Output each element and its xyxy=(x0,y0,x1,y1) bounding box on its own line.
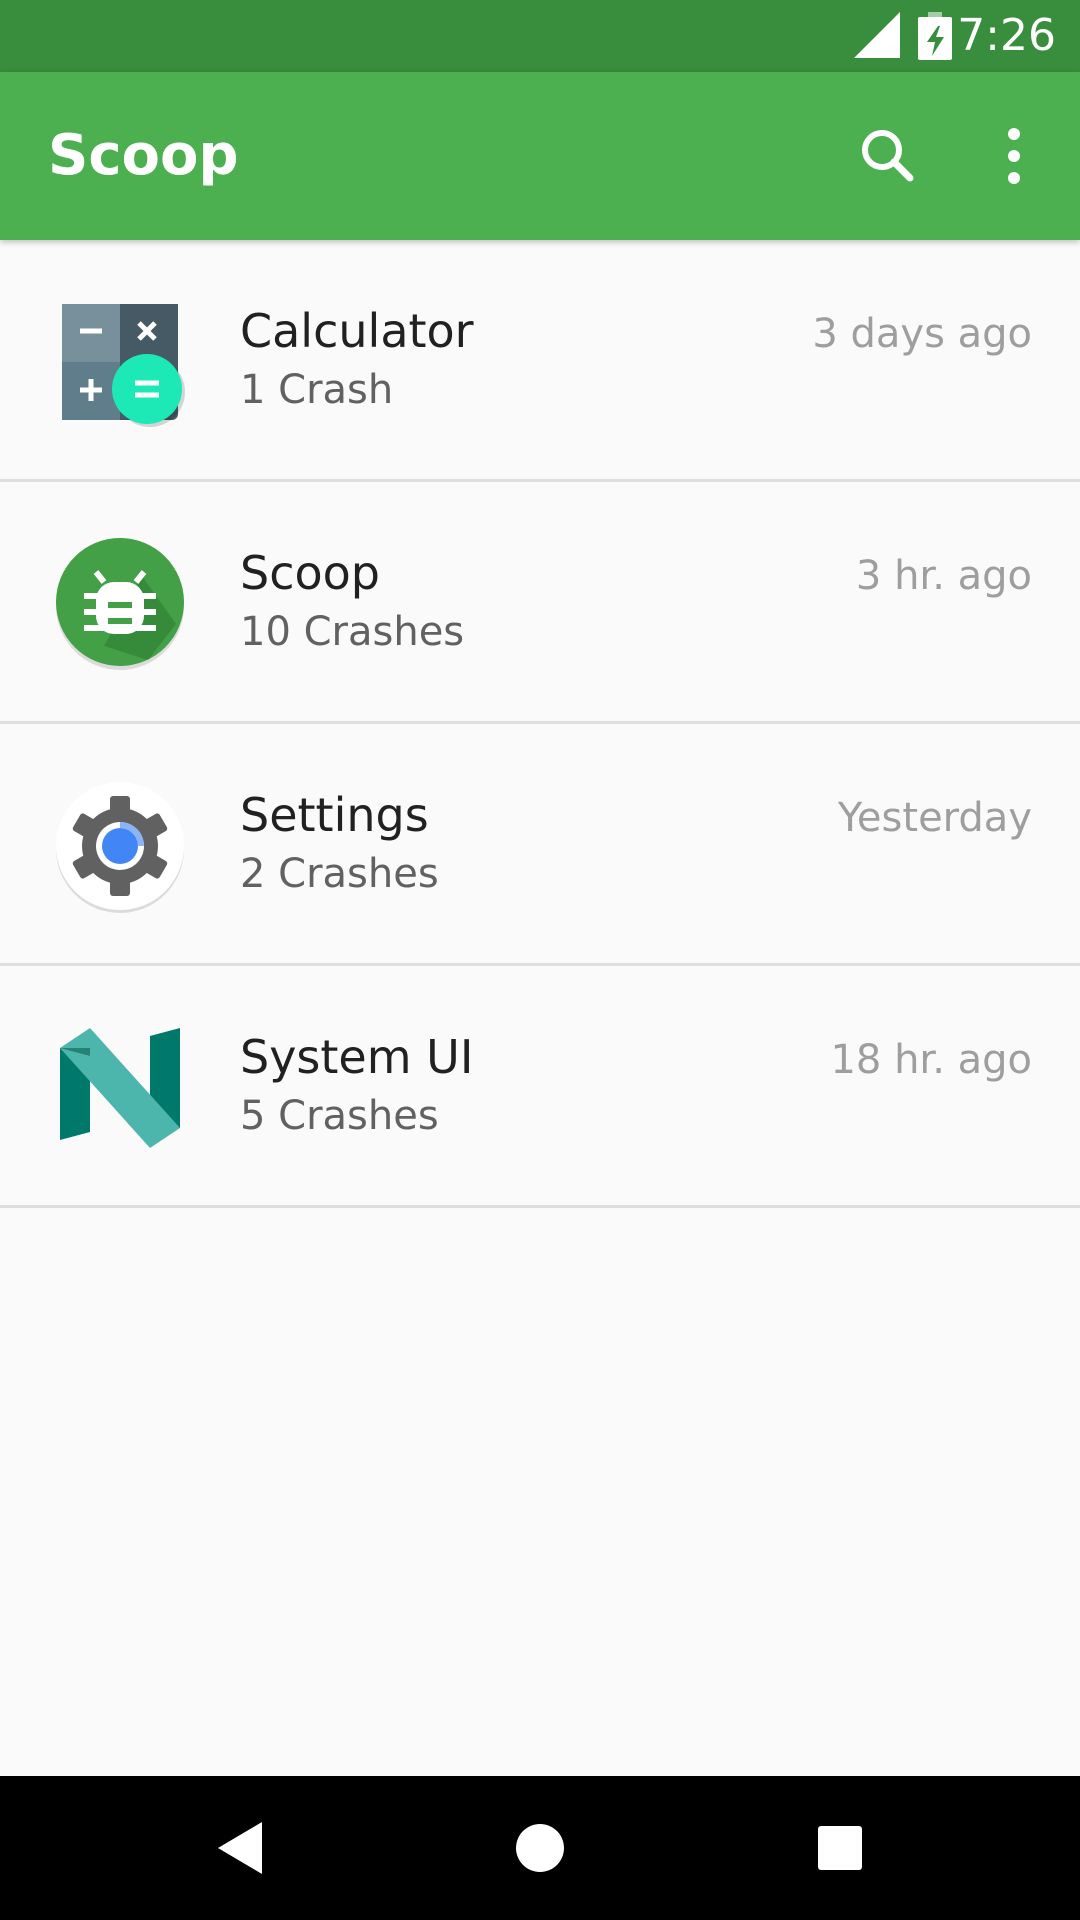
app-name: Settings xyxy=(240,788,429,842)
system-ui-n-app-icon xyxy=(60,1028,180,1148)
crash-list-item-settings[interactable]: Settings 2 Crashes Yesterday xyxy=(0,724,1080,966)
battery-charging-icon xyxy=(918,12,952,60)
page-title: Scoop xyxy=(48,123,239,188)
app-name: System UI xyxy=(240,1030,474,1084)
back-icon[interactable] xyxy=(204,1812,276,1884)
crash-count: 2 Crashes xyxy=(240,851,439,897)
last-crash-time: 18 hr. ago xyxy=(830,1037,1032,1083)
crash-count: 1 Crash xyxy=(240,367,394,413)
calculator-app-icon xyxy=(62,304,185,427)
status-bar: 7:26 xyxy=(0,0,1080,72)
recents-icon[interactable] xyxy=(804,1812,876,1884)
system-nav-bar xyxy=(0,1776,1080,1920)
more-vert-icon[interactable] xyxy=(978,120,1050,192)
crash-list-item-scoop[interactable]: Scoop 10 Crashes 3 hr. ago xyxy=(0,482,1080,724)
last-crash-time: Yesterday xyxy=(837,795,1032,841)
last-crash-time: 3 hr. ago xyxy=(855,553,1032,599)
settings-gear-app-icon xyxy=(56,782,184,913)
crash-count: 10 Crashes xyxy=(240,609,465,655)
home-icon[interactable] xyxy=(504,1812,576,1884)
crash-count: 5 Crashes xyxy=(240,1093,439,1139)
clock-time: 7:26 xyxy=(957,10,1056,61)
app-name: Calculator xyxy=(240,304,474,358)
last-crash-time: 3 days ago xyxy=(812,311,1032,357)
signal-icon xyxy=(854,12,900,58)
crash-list-item-calculator[interactable]: Calculator 1 Crash 3 days ago xyxy=(0,240,1080,482)
scoop-bug-app-icon xyxy=(56,538,184,670)
crash-list-item-system-ui[interactable]: System UI 5 Crashes 18 hr. ago xyxy=(0,966,1080,1208)
app-toolbar: Scoop xyxy=(0,72,1080,240)
crash-list: Calculator 1 Crash 3 days ago Scoop 10 C… xyxy=(0,240,1080,1208)
search-icon[interactable] xyxy=(852,120,924,192)
app-name: Scoop xyxy=(240,546,380,600)
